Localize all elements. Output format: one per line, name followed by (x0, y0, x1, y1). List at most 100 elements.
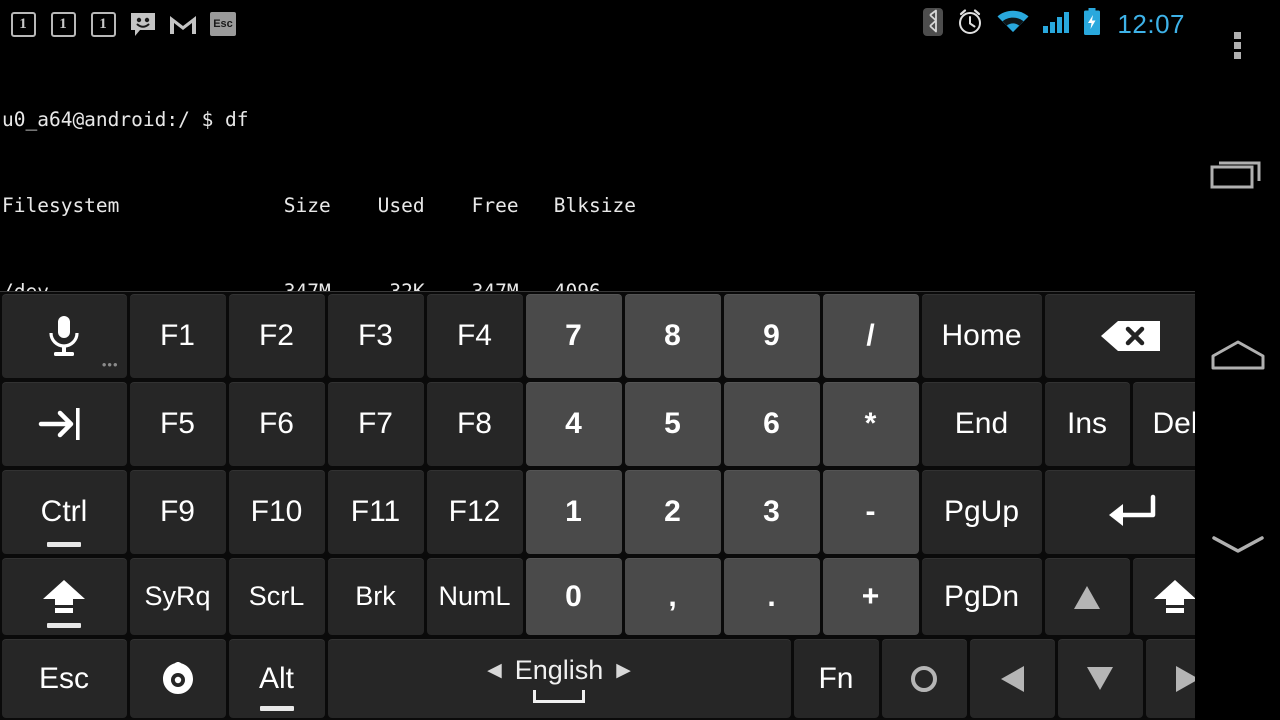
f3-key[interactable]: F3 (327, 294, 424, 378)
arrow-left-key[interactable] (969, 639, 1055, 718)
ctrl-key[interactable]: Ctrl (1, 470, 127, 554)
page-up-key-label: PgUp (943, 495, 1020, 528)
numpad-9-key[interactable]: 9 (723, 294, 820, 378)
status-bar[interactable]: 1 1 1 Esc 12:07 (0, 0, 1195, 48)
esc-notification-icon: Esc (208, 9, 238, 39)
numpad-0-key[interactable]: 0 (525, 558, 622, 635)
f7-key[interactable]: F7 (327, 382, 424, 466)
numpad-plus-key[interactable]: + (822, 558, 919, 635)
alt-key[interactable]: Alt (228, 639, 325, 718)
home-button[interactable] (1195, 260, 1280, 450)
tab-key[interactable] (1, 382, 127, 466)
break-key[interactable]: Brk (327, 558, 424, 635)
esc-key[interactable]: Esc (1, 639, 127, 718)
home-key[interactable]: Home (921, 294, 1042, 378)
f4-key[interactable]: F4 (426, 294, 523, 378)
backspace-key[interactable] (1044, 294, 1215, 378)
recents-button[interactable] (1195, 90, 1280, 260)
numpad-4-key-label: 4 (565, 407, 582, 440)
f9-key-label: F9 (159, 495, 195, 528)
num-lock-key-label: NumL (438, 581, 511, 611)
f6-key[interactable]: F6 (228, 382, 325, 466)
ctrl-key-label: Ctrl (40, 495, 88, 528)
badge-one-icon: 1 (88, 9, 118, 39)
f11-key[interactable]: F11 (327, 470, 424, 554)
end-key[interactable]: End (921, 382, 1042, 466)
numpad-1-key-label: 1 (565, 495, 582, 528)
page-down-key-label: PgDn (943, 579, 1020, 613)
f9-key[interactable]: F9 (129, 470, 226, 554)
arrow-up-icon (1070, 582, 1104, 612)
f12-key[interactable]: F12 (426, 470, 523, 554)
f2-key-label: F2 (258, 319, 294, 352)
spacebar-key[interactable]: ◀ English ▶ (327, 639, 791, 718)
f1-key-label: F1 (159, 319, 195, 352)
shift-left-key[interactable] (1, 558, 127, 635)
numpad-6-key[interactable]: 6 (723, 382, 820, 466)
mic-key[interactable]: ••• (1, 294, 127, 378)
home-key-label: Home (941, 319, 1022, 352)
triangle-right-icon[interactable]: ▶ (616, 659, 631, 682)
notification-icons[interactable]: 1 1 1 Esc (0, 9, 238, 39)
enter-icon (1099, 492, 1161, 532)
numpad-3-key-label: 3 (763, 495, 780, 528)
numpad-5-key[interactable]: 5 (624, 382, 721, 466)
enter-key[interactable] (1044, 470, 1215, 554)
numpad-3-key[interactable]: 3 (723, 470, 820, 554)
arrow-up-key[interactable] (1044, 558, 1130, 635)
modifier-state-indicator (47, 623, 81, 628)
end-key-label: End (954, 407, 1009, 440)
numpad-7-key-label: 7 (565, 319, 582, 352)
f2-key[interactable]: F2 (228, 294, 325, 378)
numpad-multiply-key[interactable]: * (822, 382, 919, 466)
hackers-keyboard[interactable]: ••• F1 F2 F3 F4 7 8 9 / Home F5 F6 F7 F8 4 5 6 * End Ins Del… (0, 291, 1231, 720)
messaging-smiley-icon (128, 9, 158, 39)
numpad-8-key[interactable]: 8 (624, 294, 721, 378)
row-1: ••• F1 F2 F3 F4 7 8 9 / Home (0, 292, 1215, 380)
shift-icon (1152, 577, 1198, 617)
numpad-8-key-label: 8 (664, 319, 681, 352)
terminal-output[interactable]: u0_a64@android:/ $ df Filesystem Size Us… (0, 48, 1195, 293)
arrow-down-key[interactable] (1057, 639, 1143, 718)
arrow-left-icon (997, 662, 1027, 696)
numpad-divide-key[interactable]: / (822, 294, 919, 378)
circle-key[interactable] (881, 639, 967, 718)
num-lock-key[interactable]: NumL (426, 558, 523, 635)
back-button[interactable] (1195, 450, 1280, 640)
settings-key[interactable] (129, 639, 226, 718)
esc-notification-label: Esc (210, 12, 236, 36)
navigation-bar[interactable] (1195, 0, 1280, 720)
system-status-icons[interactable]: 12:07 (922, 7, 1195, 42)
f5-key[interactable]: F5 (129, 382, 226, 466)
numpad-period-key-label: . (767, 579, 776, 613)
modifier-state-indicator (259, 706, 294, 711)
overflow-menu-button[interactable] (1195, 0, 1280, 90)
f1-key[interactable]: F1 (129, 294, 226, 378)
overflow-dots-icon (1234, 29, 1241, 62)
wifi-icon (996, 9, 1030, 40)
page-down-key[interactable]: PgDn (921, 558, 1042, 635)
numpad-comma-key[interactable]: , (624, 558, 721, 635)
android-screen: 1 1 1 Esc 12:07 u0_a64@android:/ $ df Fi… (0, 0, 1280, 720)
numpad-4-key[interactable]: 4 (525, 382, 622, 466)
numpad-2-key-label: 2 (664, 495, 681, 528)
f10-key-label: F10 (250, 495, 303, 528)
numpad-2-key[interactable]: 2 (624, 470, 721, 554)
spacebar-indicator-icon (533, 689, 585, 703)
triangle-left-icon[interactable]: ◀ (487, 659, 502, 682)
numpad-minus-key[interactable]: - (822, 470, 919, 554)
fn-key[interactable]: Fn (793, 639, 879, 718)
f8-key[interactable]: F8 (426, 382, 523, 466)
numpad-period-key[interactable]: . (723, 558, 820, 635)
f10-key[interactable]: F10 (228, 470, 325, 554)
numpad-1-key[interactable]: 1 (525, 470, 622, 554)
scroll-lock-key[interactable]: ScrL (228, 558, 325, 635)
page-up-key[interactable]: PgUp (921, 470, 1042, 554)
more-options-dots-icon[interactable]: ••• (102, 358, 119, 371)
insert-key-label: Ins (1066, 407, 1108, 440)
f3-key-label: F3 (357, 319, 393, 352)
sysrq-key[interactable]: SyRq (129, 558, 226, 635)
badge-one-label: 1 (10, 11, 36, 37)
numpad-7-key[interactable]: 7 (525, 294, 622, 378)
insert-key[interactable]: Ins (1044, 382, 1130, 466)
